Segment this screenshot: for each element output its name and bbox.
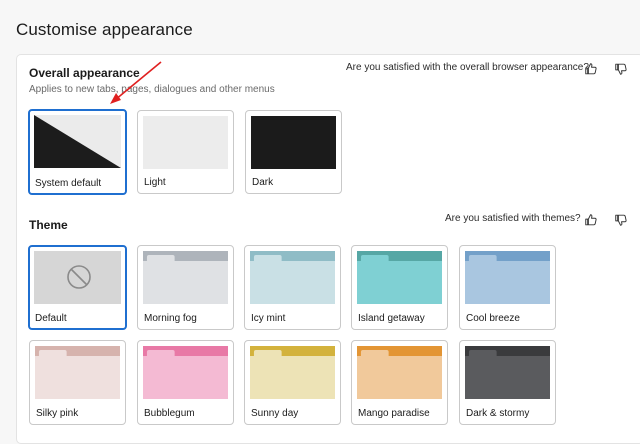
island-getaway-preview [357, 251, 442, 304]
theme-title: Theme [29, 218, 68, 232]
theme-option-cool-breeze[interactable]: Cool breeze [459, 245, 556, 330]
appearance-option-label: System default [35, 178, 102, 189]
theme-option-label: Icy mint [251, 313, 286, 324]
mango-paradise-preview [357, 346, 442, 399]
theme-option-label: Default [35, 313, 67, 324]
appearance-option-label: Dark [252, 177, 274, 188]
theme-option-mango-paradise[interactable]: Mango paradise [351, 340, 448, 425]
morning-fog-preview [143, 251, 228, 304]
light-preview [143, 116, 228, 169]
overall-feedback-question: Are you satisfied with the overall brows… [346, 62, 589, 73]
thumbs-up-icon[interactable] [584, 62, 598, 76]
theme-option-label: Dark & stormy [466, 408, 530, 419]
appearance-option-label: Light [144, 177, 166, 188]
theme-option-label: Sunny day [251, 408, 299, 419]
theme-option-label: Morning fog [144, 313, 197, 324]
theme-option-bubblegum[interactable]: Bubblegum [137, 340, 234, 425]
theme-option-silky-pink[interactable]: Silky pink [29, 340, 126, 425]
theme-option-dark-and-stormy[interactable]: Dark & stormy [459, 340, 556, 425]
theme-option-label: Bubblegum [144, 408, 195, 419]
sunny-day-preview [250, 346, 335, 399]
dark-preview [251, 116, 336, 169]
theme-feedback-question: Are you satisfied with themes? [445, 213, 581, 224]
system-default-preview [34, 115, 121, 168]
appearance-option-light[interactable]: Light [137, 110, 234, 194]
theme-option-icy-mint[interactable]: Icy mint [244, 245, 341, 330]
appearance-option-dark[interactable]: Dark [245, 110, 342, 194]
theme-option-label: Island getaway [358, 313, 425, 324]
cool-breeze-preview [465, 251, 550, 304]
theme-option-label: Mango paradise [358, 408, 430, 419]
theme-option-sunny-day[interactable]: Sunny day [244, 340, 341, 425]
icy-mint-preview [250, 251, 335, 304]
silky-pink-preview [35, 346, 120, 399]
no-theme-icon [67, 265, 91, 289]
page-title: Customise appearance [16, 20, 193, 39]
theme-option-default[interactable]: Default [28, 245, 127, 330]
theme-option-morning-fog[interactable]: Morning fog [137, 245, 234, 330]
theme-option-island-getaway[interactable]: Island getaway [351, 245, 448, 330]
thumbs-down-icon[interactable] [614, 62, 628, 76]
thumbs-down-icon[interactable] [614, 213, 628, 227]
annotation-arrow-icon [110, 61, 162, 104]
theme-option-label: Cool breeze [466, 313, 520, 324]
bubblegum-preview [143, 346, 228, 399]
appearance-option-system-default[interactable]: System default [28, 109, 127, 195]
thumbs-up-icon[interactable] [584, 213, 598, 227]
theme-option-label: Silky pink [36, 408, 79, 419]
dark-and-stormy-preview [465, 346, 550, 399]
